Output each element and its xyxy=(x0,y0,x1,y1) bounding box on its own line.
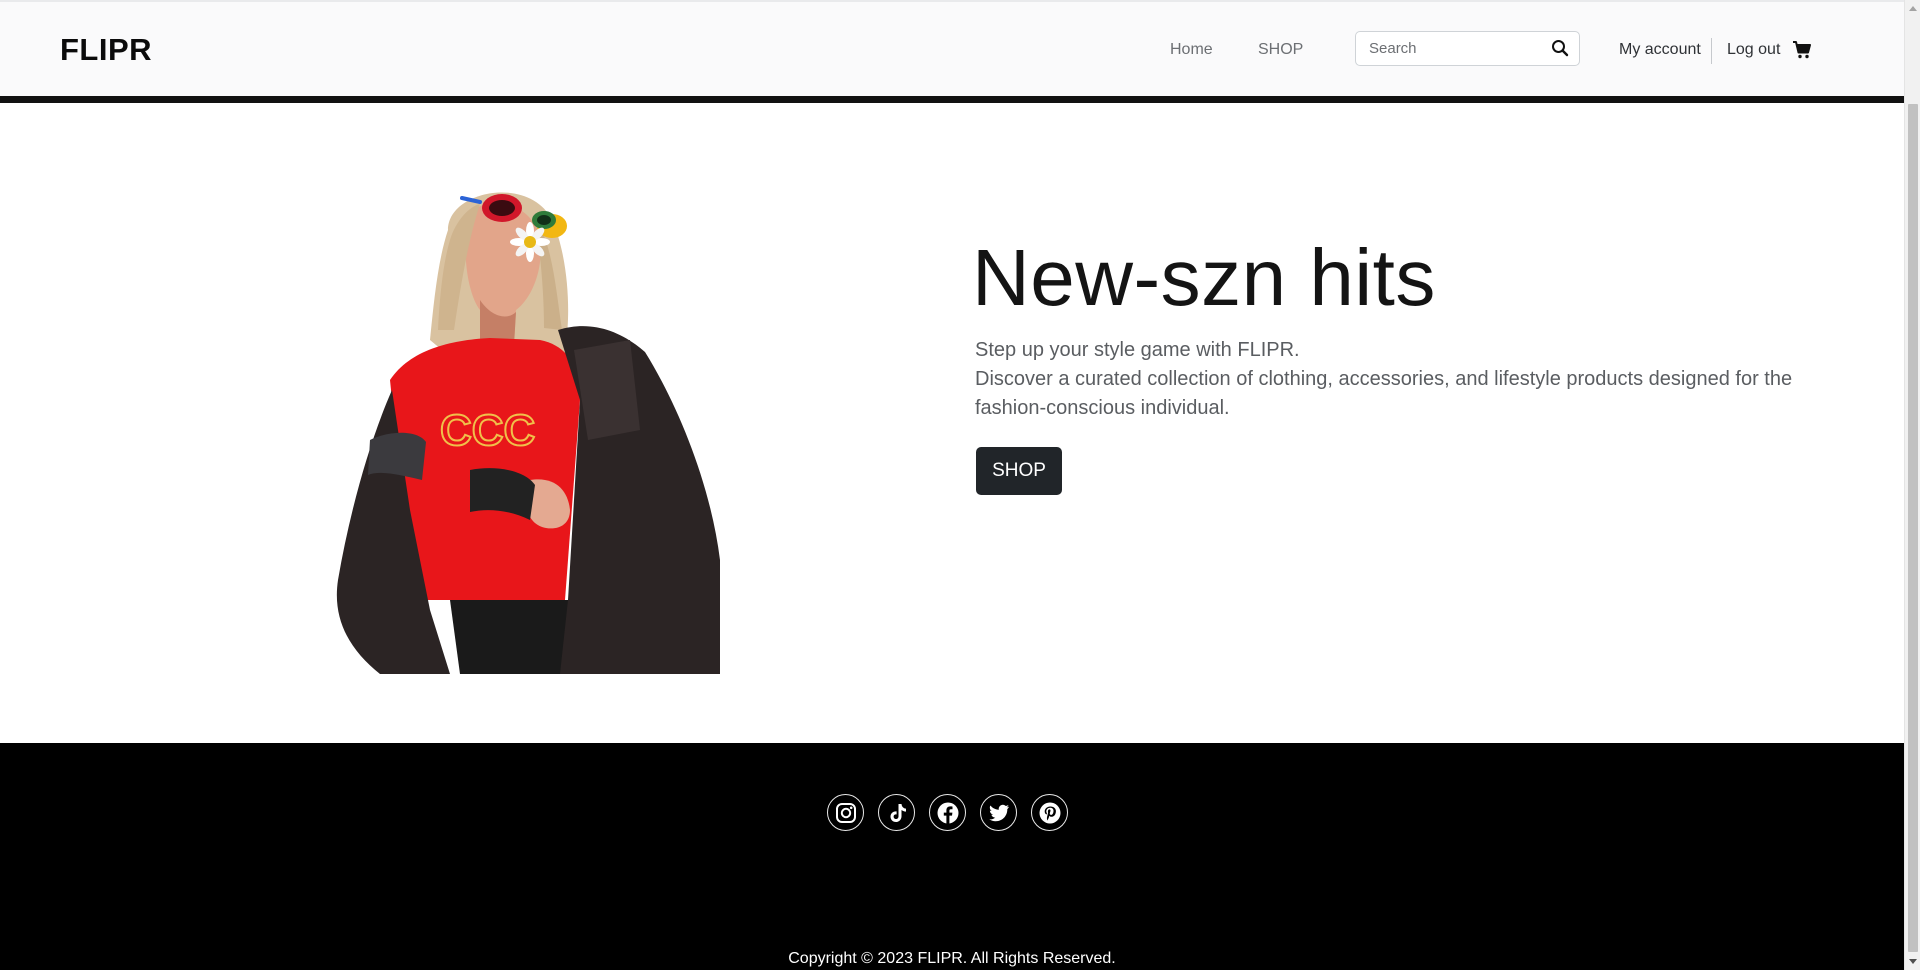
cart-icon[interactable] xyxy=(1792,40,1812,60)
twitter-link[interactable] xyxy=(980,794,1017,831)
scroll-thumb[interactable] xyxy=(1908,104,1918,952)
search-icon xyxy=(1552,39,1569,56)
hero-model-image: CCC xyxy=(336,192,720,674)
nav-shop-link[interactable]: SHOP xyxy=(1258,41,1303,59)
facebook-icon xyxy=(937,802,958,824)
search-box xyxy=(1355,31,1580,66)
hero-description: Step up your style game with FLIPR. Disc… xyxy=(975,336,1845,423)
pinterest-icon xyxy=(1039,802,1060,823)
facebook-link[interactable] xyxy=(929,794,966,831)
logout-link[interactable]: Log out xyxy=(1727,41,1780,59)
tiktok-icon xyxy=(890,803,906,822)
tiktok-link[interactable] xyxy=(878,794,915,831)
page: FLIPR Home SHOP My account Log out xyxy=(0,0,1920,970)
my-account-link[interactable]: My account xyxy=(1619,41,1701,59)
scroll-up-arrow[interactable] xyxy=(1909,6,1917,11)
header-divider xyxy=(1711,38,1712,64)
site-footer: Copyright © 2023 FLIPR. All Rights Reser… xyxy=(0,743,1904,970)
site-header: FLIPR Home SHOP My account Log out xyxy=(0,2,1904,97)
hero-subtext: Discover a curated collection of clothin… xyxy=(975,368,1793,419)
copyright-text: Copyright © 2023 FLIPR. All Rights Reser… xyxy=(788,950,1116,967)
search-button[interactable] xyxy=(1549,38,1571,60)
header-rule xyxy=(0,96,1904,103)
social-links xyxy=(827,794,1068,831)
scroll-down-arrow[interactable] xyxy=(1909,959,1917,964)
hero-tagline: Step up your style game with FLIPR. xyxy=(975,339,1300,361)
nav-home-link[interactable]: Home xyxy=(1170,41,1213,59)
svg-text:CCC: CCC xyxy=(440,406,535,455)
instagram-link[interactable] xyxy=(827,794,864,831)
search-input[interactable] xyxy=(1357,33,1537,64)
pinterest-link[interactable] xyxy=(1031,794,1068,831)
twitter-icon xyxy=(988,804,1009,821)
page-scrollbar[interactable] xyxy=(1904,0,1920,970)
instagram-icon xyxy=(835,802,856,823)
hero-shop-button[interactable]: SHOP xyxy=(976,447,1062,495)
brand-logo[interactable]: FLIPR xyxy=(60,32,152,68)
hero-title: New-szn hits xyxy=(972,233,1436,322)
